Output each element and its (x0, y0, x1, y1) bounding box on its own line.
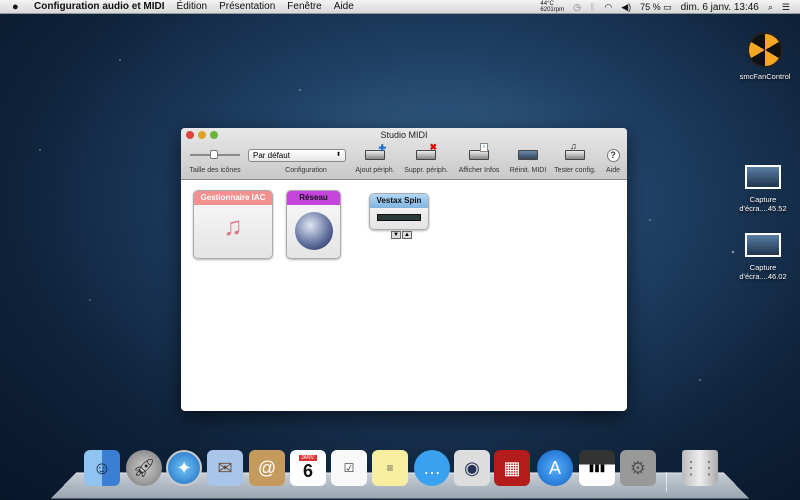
notification-center-icon[interactable]: ☰ (782, 2, 790, 13)
screenshot-thumbnail-icon (745, 233, 781, 257)
notes-icon[interactable]: ≡ (372, 450, 408, 486)
screenshot-thumbnail-icon (745, 165, 781, 189)
volume-icon[interactable]: ◀) (621, 2, 631, 13)
device-ports[interactable]: ▼ ▲ (391, 231, 412, 239)
menu-fenetre[interactable]: Fenêtre (287, 1, 321, 12)
help-icon: ? (606, 148, 620, 162)
midi-in-port-icon[interactable]: ▼ (391, 231, 401, 239)
finder-icon[interactable]: ☺ (84, 450, 120, 486)
test-config-button[interactable]: ♫ Tester config. (551, 141, 599, 174)
time-machine-icon[interactable]: ◷ (573, 2, 581, 13)
safari-icon[interactable]: ✦ (166, 450, 202, 486)
menu-presentation[interactable]: Présentation (219, 1, 275, 12)
menu-bar: ● Configuration audio et MIDI Édition Pr… (0, 0, 800, 14)
dock: ☺ 🚀︎ ✦ ✉ @ JANV. 6 ☑ ≡ … ◉ ▦ A ▮▮▮ ⚙ ⋮⋮ (0, 450, 800, 492)
remove-device-icon: ✖ (416, 142, 437, 160)
calendar-icon[interactable]: JANV. 6 (290, 450, 326, 486)
desktop-item-capture-2[interactable]: Capture d'écra....46.02 (728, 233, 798, 281)
messages-icon[interactable]: … (414, 450, 450, 486)
icon-size-label: Taille des icônes (189, 167, 241, 174)
midi-out-port-icon[interactable]: ▲ (401, 231, 412, 239)
controller-icon (377, 214, 421, 221)
spotlight-icon[interactable]: ⌕ (768, 2, 773, 13)
show-info-button[interactable]: i Afficher Infos (455, 143, 503, 174)
mail-icon[interactable]: ✉ (207, 450, 243, 486)
menu-aide[interactable]: Aide (334, 1, 354, 12)
test-config-icon: ♫ (565, 141, 585, 160)
reset-midi-button[interactable]: Réinit. MIDI (507, 145, 549, 174)
facetime-icon[interactable]: ◉ (454, 450, 490, 486)
menu-edition[interactable]: Édition (177, 1, 208, 12)
wifi-icon[interactable]: ◠ (604, 2, 612, 13)
system-preferences-icon[interactable]: ⚙ (620, 450, 656, 486)
configuration-label: Configuration (285, 167, 327, 174)
info-icon: i (469, 143, 489, 160)
trash-icon[interactable]: ⋮⋮ (682, 450, 718, 486)
radiation-icon (747, 32, 783, 68)
device-iac-driver[interactable]: Gestionnaire IAC ♫ (193, 190, 273, 259)
add-device-button[interactable]: ✚ Ajout périph. (351, 143, 399, 174)
battery-status[interactable]: 75 % ▭ (640, 2, 672, 13)
audio-midi-setup-icon[interactable]: ▮▮▮ (579, 450, 615, 486)
dock-separator (666, 472, 667, 492)
device-network[interactable]: Réseau (286, 190, 341, 259)
menu-app-name[interactable]: Configuration audio et MIDI (34, 1, 165, 12)
desktop-item-smcfancontrol[interactable]: smcFanControl (730, 32, 800, 81)
contacts-icon[interactable]: @ (249, 450, 285, 486)
bluetooth-icon[interactable]: ᛒ (590, 2, 595, 12)
toolbar: Studio MIDI Taille des icônes Par défaut… (181, 128, 627, 180)
add-device-icon: ✚ (365, 143, 386, 160)
help-button[interactable]: ? Aide (602, 145, 624, 174)
launchpad-icon[interactable]: 🚀︎ (126, 450, 162, 486)
configuration-select[interactable]: Par défaut ⬍ (248, 149, 346, 162)
reminders-icon[interactable]: ☑ (331, 450, 367, 486)
app-store-icon[interactable]: A (537, 450, 573, 486)
music-notes-icon: ♫ (223, 211, 243, 241)
clock[interactable]: dim. 6 janv. 13:46 (681, 2, 759, 13)
network-globe-icon (294, 212, 333, 250)
photo-booth-icon[interactable]: ▦ (494, 450, 530, 486)
icon-size-slider[interactable] (187, 145, 243, 165)
reset-midi-icon (518, 150, 538, 160)
studio-midi-window: Studio MIDI Taille des icônes Par défaut… (181, 128, 627, 411)
remove-device-button[interactable]: ✖ Suppr. périph. (401, 142, 451, 174)
fan-control-status[interactable]: 44°C 6201rpm (540, 1, 564, 13)
device-vestax-spin[interactable]: Vestax Spin (369, 193, 429, 230)
desktop-item-capture-1[interactable]: Capture d'écra....45.52 (728, 165, 798, 213)
window-title: Studio MIDI (380, 130, 428, 140)
apple-menu-icon[interactable]: ● (12, 1, 24, 13)
